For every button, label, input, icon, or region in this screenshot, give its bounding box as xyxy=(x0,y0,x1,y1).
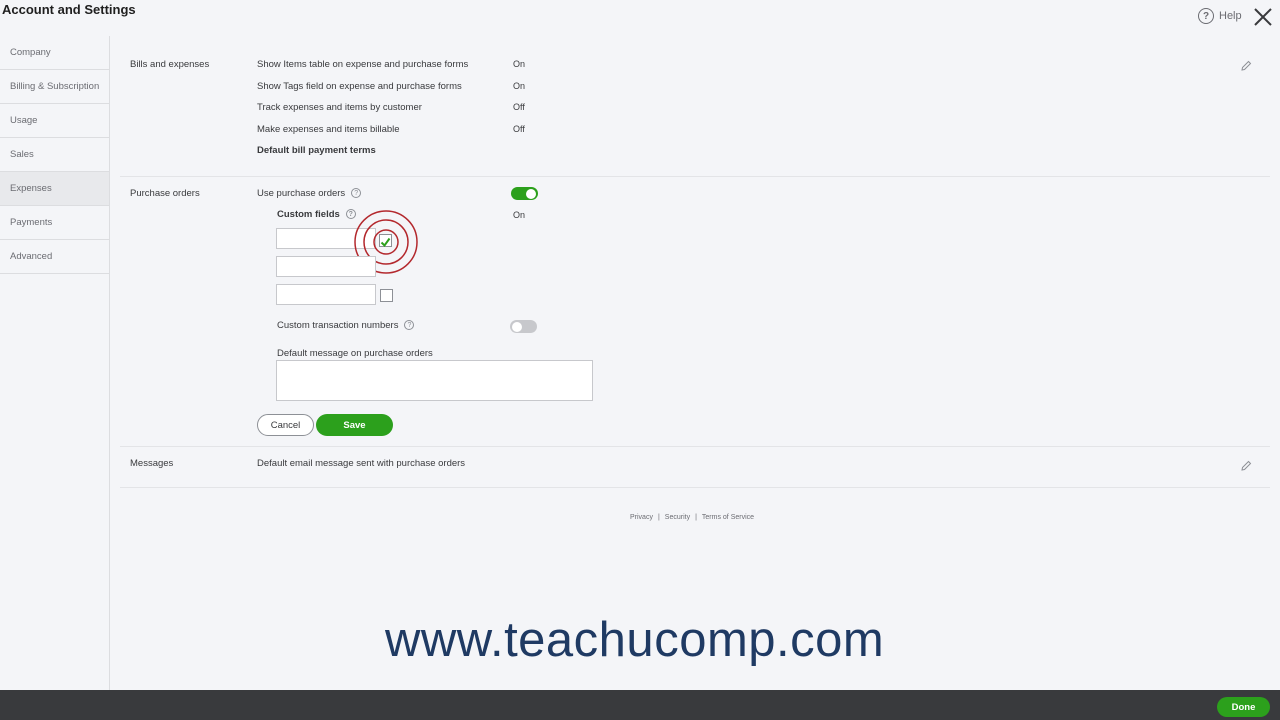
settings-sidebar: Company Billing & Subscription Usage Sal… xyxy=(0,36,110,690)
done-button[interactable]: Done xyxy=(1217,697,1270,717)
info-icon[interactable]: ? xyxy=(404,320,415,331)
sidebar-item-expenses[interactable]: Expenses xyxy=(0,172,109,206)
bills-section[interactable]: Bills and expenses Show Items table on e… xyxy=(120,36,1270,177)
setting-value: On xyxy=(513,81,526,91)
footer-separator: | xyxy=(657,514,660,521)
watermark-text: www.teachucomp.com xyxy=(385,613,885,667)
edit-pencil-icon[interactable] xyxy=(1240,460,1252,472)
page-title: Account and Settings xyxy=(2,2,136,17)
edit-pencil-icon[interactable] xyxy=(1240,60,1252,72)
sidebar-item-label: Company xyxy=(10,47,51,58)
custom-txn-numbers-row: Custom transaction numbers? xyxy=(277,320,415,331)
cancel-button[interactable]: Cancel xyxy=(257,414,314,436)
sidebar-item-label: Payments xyxy=(10,217,53,228)
sidebar-item-label: Sales xyxy=(10,149,34,160)
save-button[interactable]: Save xyxy=(316,414,393,436)
sidebar-item-label: Advanced xyxy=(10,251,53,262)
help-button[interactable]: ? Help xyxy=(1198,8,1242,24)
purchase-orders-section: Purchase orders Use purchase orders? Cus… xyxy=(120,177,1270,447)
custom-field-input-2[interactable] xyxy=(276,256,376,277)
use-purchase-orders-toggle[interactable] xyxy=(511,187,538,200)
sidebar-item-advanced[interactable]: Advanced xyxy=(0,240,109,274)
help-icon: ? xyxy=(1198,8,1214,24)
messages-title: Messages xyxy=(130,458,174,469)
sidebar-item-label: Expenses xyxy=(10,183,52,194)
bottom-bar: Done xyxy=(0,690,1280,720)
sidebar-item-company[interactable]: Company xyxy=(0,36,109,70)
custom-fields-row: Custom fields? xyxy=(277,209,356,220)
custom-txn-numbers-toggle[interactable] xyxy=(510,320,537,333)
custom-txn-numbers-label: Custom transaction numbers xyxy=(277,320,399,331)
use-purchase-orders-row: Use purchase orders? xyxy=(257,188,362,199)
default-message-textarea[interactable] xyxy=(276,360,593,401)
sidebar-item-billing[interactable]: Billing & Subscription xyxy=(0,70,109,104)
custom-fields-label: Custom fields xyxy=(277,209,340,220)
setting-value: Off xyxy=(513,102,525,112)
sidebar-item-label: Usage xyxy=(10,115,38,126)
setting-value: Off xyxy=(513,124,525,134)
default-message-label: Default message on purchase orders xyxy=(277,348,433,359)
setting-label: Show Tags field on expense and purchase … xyxy=(257,81,462,92)
help-label: Help xyxy=(1219,10,1242,22)
security-link[interactable]: Security xyxy=(665,514,690,521)
bills-section-title: Bills and expenses xyxy=(130,59,210,70)
close-icon[interactable] xyxy=(1252,6,1274,28)
setting-label: Track expenses and items by customer xyxy=(257,102,422,113)
setting-value: On xyxy=(513,59,526,69)
custom-field-checkbox-3[interactable] xyxy=(380,289,393,302)
purchase-orders-title: Purchase orders xyxy=(130,188,200,199)
custom-fields-value: On xyxy=(513,210,526,220)
use-purchase-orders-label: Use purchase orders xyxy=(257,188,346,199)
footer-links: Privacy | Security | Terms of Service xyxy=(630,514,754,521)
messages-section[interactable]: Messages Default email message sent with… xyxy=(120,447,1270,488)
info-icon[interactable]: ? xyxy=(351,188,362,199)
sidebar-item-payments[interactable]: Payments xyxy=(0,206,109,240)
setting-label: Show Items table on expense and purchase… xyxy=(257,59,469,70)
sidebar-item-usage[interactable]: Usage xyxy=(0,104,109,138)
sidebar-item-sales[interactable]: Sales xyxy=(0,138,109,172)
setting-label: Make expenses and items billable xyxy=(257,124,400,135)
terms-link[interactable]: Terms of Service xyxy=(702,514,754,521)
privacy-link[interactable]: Privacy xyxy=(630,514,653,521)
messages-row-label: Default email message sent with purchase… xyxy=(257,458,466,469)
custom-field-input-3[interactable] xyxy=(276,284,376,305)
bill-terms-label: Default bill payment terms xyxy=(257,145,376,156)
sidebar-item-label: Billing & Subscription xyxy=(10,81,100,92)
settings-main: Bills and expenses Show Items table on e… xyxy=(110,36,1280,690)
footer-separator: | xyxy=(695,514,697,521)
